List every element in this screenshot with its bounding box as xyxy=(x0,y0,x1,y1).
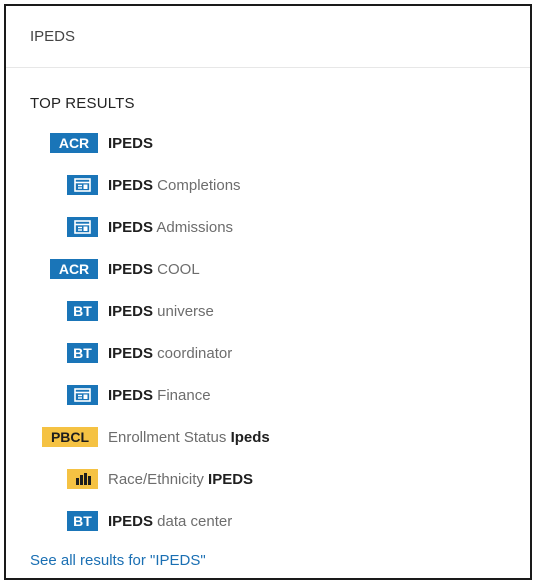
result-item[interactable]: IPEDS Finance xyxy=(6,374,530,416)
result-item[interactable]: BT IPEDS data center xyxy=(6,500,530,542)
result-item[interactable]: ACR IPEDS xyxy=(6,122,530,164)
result-item[interactable]: ACR IPEDS COOL xyxy=(6,248,530,290)
search-dropdown-panel: TOP RESULTS ACR IPEDS IPEDS Completions … xyxy=(4,4,532,580)
acr-badge: ACR xyxy=(50,259,98,279)
result-item[interactable]: BT IPEDS universe xyxy=(6,290,530,332)
result-item[interactable]: IPEDS Completions xyxy=(6,164,530,206)
result-label: Enrollment Status Ipeds xyxy=(108,428,270,446)
result-label: IPEDS coordinator xyxy=(108,344,233,362)
result-label: IPEDS xyxy=(108,134,154,152)
result-label: Race/Ethnicity IPEDS xyxy=(108,470,254,488)
search-bar xyxy=(6,6,530,68)
see-all-results-link[interactable]: See all results for "IPEDS" xyxy=(30,552,206,569)
result-item[interactable]: BT IPEDS coordinator xyxy=(6,332,530,374)
bt-badge: BT xyxy=(67,301,98,321)
result-label: IPEDS Completions xyxy=(108,176,241,194)
result-label: IPEDS data center xyxy=(108,512,233,530)
bar-chart-icon xyxy=(67,469,98,489)
report-card-icon xyxy=(67,217,98,237)
search-input[interactable] xyxy=(30,28,510,45)
result-item[interactable]: PBCL Enrollment Status Ipeds xyxy=(6,416,530,458)
result-item[interactable]: Race/Ethnicity IPEDS xyxy=(6,458,530,500)
bt-badge: BT xyxy=(67,511,98,531)
acr-badge: ACR xyxy=(50,133,98,153)
report-card-icon xyxy=(67,175,98,195)
bt-badge: BT xyxy=(67,343,98,363)
pbcl-badge: PBCL xyxy=(42,427,98,447)
result-label: IPEDS COOL xyxy=(108,260,200,278)
results-list: ACR IPEDS IPEDS Completions IPEDS Admiss… xyxy=(6,122,530,542)
section-title: TOP RESULTS xyxy=(30,95,135,112)
result-label: IPEDS Finance xyxy=(108,386,211,404)
result-label: IPEDS Admissions xyxy=(108,218,234,236)
result-label: IPEDS universe xyxy=(108,302,214,320)
report-card-icon xyxy=(67,385,98,405)
result-item[interactable]: IPEDS Admissions xyxy=(6,206,530,248)
